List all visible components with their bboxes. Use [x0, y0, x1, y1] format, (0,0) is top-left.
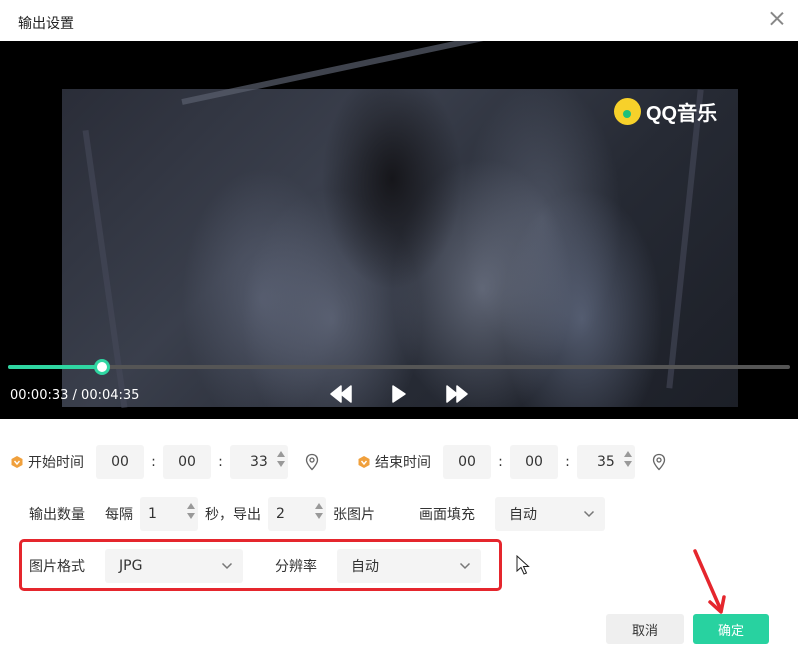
colon: : — [218, 454, 223, 470]
location-pin-icon[interactable] — [304, 453, 320, 471]
video-player[interactable]: QQ音乐 — [0, 41, 798, 419]
stepper-arrows[interactable] — [315, 503, 323, 519]
end-second-value: 35 — [597, 454, 615, 470]
colon: : — [151, 454, 156, 470]
output-count-label: 输出数量 — [29, 507, 85, 523]
time-display: 00:00:33 / 00:04:35 — [10, 388, 139, 403]
rewind-icon[interactable] — [329, 384, 353, 404]
start-second-value: 33 — [250, 454, 268, 470]
images-label: 张图片 — [333, 507, 375, 523]
start-minute-input[interactable]: 00 — [163, 445, 211, 479]
output-count-row: 输出数量 每隔 1 秒，导出 2 张图片 画面填充 自动 — [29, 497, 605, 531]
image-count-stepper[interactable]: 2 — [268, 497, 326, 531]
close-icon[interactable] — [766, 8, 788, 30]
stepper-arrows[interactable] — [624, 451, 632, 467]
end-hour-input[interactable]: 00 — [443, 445, 491, 479]
fast-forward-icon[interactable] — [445, 384, 469, 404]
every-label: 每隔 — [105, 507, 133, 523]
logo-text: QQ音乐 — [646, 103, 718, 125]
fill-label: 画面填充 — [419, 507, 475, 523]
fill-value: 自动 — [509, 507, 537, 523]
end-time-label: 结束时间 — [375, 455, 431, 471]
end-time-row: 结束时间 00 : 00 : 35 — [357, 445, 667, 479]
start-time-label: 开始时间 — [28, 455, 84, 471]
interval-stepper[interactable]: 1 — [140, 497, 198, 531]
progress-bar[interactable] — [8, 359, 790, 375]
stepper-arrows[interactable] — [277, 451, 285, 467]
time-separator: / — [68, 388, 82, 403]
current-time: 00:00:33 — [10, 388, 69, 403]
qq-music-logo: QQ音乐 — [614, 97, 717, 126]
progress-handle[interactable] — [93, 359, 110, 375]
interval-value: 1 — [148, 506, 157, 522]
mouse-cursor-icon — [516, 555, 530, 575]
location-pin-icon[interactable] — [651, 453, 667, 471]
end-second-stepper[interactable]: 35 — [577, 445, 635, 479]
fill-select[interactable]: 自动 — [495, 497, 605, 531]
start-hour-input[interactable]: 00 — [96, 445, 144, 479]
start-second-stepper[interactable]: 33 — [230, 445, 288, 479]
total-time: 00:04:35 — [81, 388, 140, 403]
stepper-arrows[interactable] — [187, 503, 195, 519]
confirm-button[interactable]: 确定 — [693, 614, 769, 644]
progress-fill — [8, 365, 102, 369]
image-count-value: 2 — [276, 506, 285, 522]
annotation-arrow-icon — [693, 549, 726, 614]
vip-badge-icon — [357, 455, 371, 469]
colon: : — [565, 454, 570, 470]
qq-music-logo-icon — [614, 98, 641, 125]
sec-export-label: 秒，导出 — [205, 507, 261, 523]
end-minute-input[interactable]: 00 — [510, 445, 558, 479]
cancel-button[interactable]: 取消 — [606, 614, 684, 644]
annotation-highlight-box — [19, 539, 502, 591]
chevron-down-icon — [583, 508, 595, 520]
video-frame — [62, 41, 770, 409]
colon: : — [498, 454, 503, 470]
dialog-title: 输出设置 — [18, 16, 74, 32]
time-range-row: 开始时间 00 : 00 : 33 — [10, 445, 320, 479]
play-icon[interactable] — [390, 384, 408, 404]
vip-badge-icon — [10, 455, 24, 469]
dialog-titlebar: 输出设置 — [0, 0, 798, 41]
